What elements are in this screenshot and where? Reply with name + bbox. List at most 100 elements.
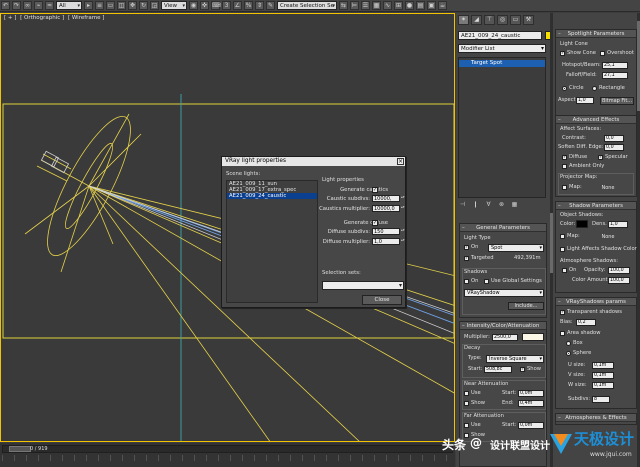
light-type-select[interactable]: Spot: [488, 244, 544, 252]
diffuse-checkbox[interactable]: ✓: [562, 155, 567, 160]
select-object-icon[interactable]: ▸: [84, 1, 93, 10]
atmospheres-effects-title[interactable]: Atmospheres & Effects: [556, 414, 636, 422]
color-amount-spinner[interactable]: 100,0: [608, 277, 630, 284]
link-icon[interactable]: ∞: [23, 1, 32, 10]
targeted-checkbox[interactable]: ✓: [464, 256, 469, 261]
u-size-spinner[interactable]: 0,1m: [592, 362, 614, 369]
viewport-view-menu[interactable]: [ Orthographic ]: [20, 15, 64, 21]
atmosphere-shadows-on-checkbox[interactable]: [562, 268, 567, 273]
caustics-multiplier-spinner[interactable]: 10000,0: [372, 205, 405, 212]
layer-manager-icon[interactable]: ☰: [361, 1, 370, 10]
modifier-list-select[interactable]: Modifier List: [458, 44, 546, 53]
diffuse-subdivs-spinner[interactable]: 150: [372, 228, 405, 235]
falloff-spinner[interactable]: 27,1: [602, 72, 628, 79]
decay-show-checkbox[interactable]: ✓: [520, 367, 525, 372]
include-button[interactable]: Include...: [508, 302, 544, 310]
show-end-result-icon[interactable]: ❙: [471, 201, 480, 209]
light-affects-shadow-color-checkbox[interactable]: [560, 247, 565, 252]
undo-icon[interactable]: ↶: [1, 1, 10, 10]
bitmap-fit-button[interactable]: Bitmap Fit...: [600, 97, 634, 105]
transparent-shadows-checkbox[interactable]: ✓: [560, 310, 565, 315]
near-start-spinner[interactable]: 0,0m: [518, 390, 544, 397]
edit-named-selection-icon[interactable]: ✎: [266, 1, 275, 10]
close-button[interactable]: Close: [362, 295, 402, 305]
aspect-spinner[interactable]: 1,0: [576, 97, 594, 104]
caustic-subdivs-spinner[interactable]: 10000,: [372, 195, 405, 202]
use-global-settings-checkbox[interactable]: [484, 279, 489, 284]
material-editor-icon[interactable]: ●: [405, 1, 414, 10]
schematic-view-icon[interactable]: ⊞: [394, 1, 403, 10]
projector-map-button[interactable]: None: [586, 184, 630, 192]
sphere-radio[interactable]: [566, 351, 571, 356]
v-size-spinner[interactable]: 0,1m: [592, 372, 614, 379]
rectangle-radio[interactable]: [592, 86, 597, 91]
dialog-title-bar[interactable]: VRay light properties ×: [222, 157, 405, 166]
scene-lights-list[interactable]: AE21_009_11_sun AE21_009_17_extra_spec A…: [226, 180, 318, 303]
bind-space-warp-icon[interactable]: ≈: [45, 1, 54, 10]
box-radio[interactable]: [566, 341, 571, 346]
object-name-field[interactable]: AE21_009_24_caustic: [458, 31, 542, 40]
select-rotate-icon[interactable]: ↻: [139, 1, 148, 10]
snaps-toggle-icon[interactable]: 3: [222, 1, 231, 10]
percent-snap-icon[interactable]: %: [244, 1, 253, 10]
shadow-type-select[interactable]: VRayShadow: [464, 289, 544, 297]
viewport-label[interactable]: [ + ] [ Orthographic ] [ Wireframe ]: [4, 15, 106, 21]
select-manipulate-icon[interactable]: ✜: [200, 1, 209, 10]
shadow-color-swatch[interactable]: [576, 220, 588, 228]
make-unique-icon[interactable]: ∀: [484, 201, 493, 209]
bias-spinner[interactable]: 0,2: [576, 319, 596, 326]
contrast-spinner[interactable]: 0,0: [604, 135, 624, 142]
selection-sets-select[interactable]: [322, 281, 404, 290]
list-item-selected[interactable]: AE21_009_24_caustic: [227, 193, 317, 199]
curve-editor-icon[interactable]: ∿: [383, 1, 392, 10]
shadow-density-spinner[interactable]: 1,0: [608, 221, 628, 228]
show-cone-checkbox[interactable]: ✓: [560, 51, 565, 56]
time-slider-knob[interactable]: [9, 446, 31, 452]
viewport-plus-menu[interactable]: [ + ]: [4, 15, 16, 21]
overshoot-checkbox[interactable]: [600, 51, 605, 56]
create-tab-icon[interactable]: ✶: [458, 15, 469, 25]
shadow-parameters-title[interactable]: Shadow Parameters: [556, 202, 636, 210]
generate-caustics-checkbox[interactable]: ✓: [372, 187, 378, 193]
reference-coordinate-select[interactable]: View: [161, 1, 187, 10]
redo-icon[interactable]: ↷: [12, 1, 21, 10]
near-use-checkbox[interactable]: [464, 391, 469, 396]
rendered-frame-icon[interactable]: ▣: [427, 1, 436, 10]
utilities-tab-icon[interactable]: ⚒: [523, 15, 534, 25]
configure-sets-icon[interactable]: ▦: [510, 201, 519, 209]
projector-map-checkbox[interactable]: [562, 185, 567, 190]
ambient-only-checkbox[interactable]: [562, 164, 567, 169]
close-icon[interactable]: ×: [397, 158, 404, 165]
spotlight-parameters-title[interactable]: Spotlight Parameters: [556, 30, 636, 38]
motion-tab-icon[interactable]: ◎: [497, 15, 508, 25]
decay-type-select[interactable]: Inverse Square: [486, 355, 544, 363]
soften-diff-edge-spinner[interactable]: 0,0: [604, 144, 624, 151]
light-color-swatch[interactable]: [522, 333, 544, 341]
opacity-spinner[interactable]: 100,0: [608, 267, 630, 274]
advanced-effects-title[interactable]: Advanced Effects: [556, 116, 636, 124]
generate-diffuse-checkbox[interactable]: ✓: [372, 220, 378, 226]
viewport-shading-menu[interactable]: [ Wireframe ]: [68, 15, 104, 21]
multiplier-spinner[interactable]: 2500,0: [492, 334, 518, 341]
graphite-ribbon-icon[interactable]: ▦: [372, 1, 381, 10]
diffuse-multiplier-spinner[interactable]: 1,0: [372, 238, 405, 245]
display-tab-icon[interactable]: ▭: [510, 15, 521, 25]
named-selection-set-select[interactable]: Create Selection Se: [277, 1, 337, 10]
pin-stack-icon[interactable]: ⊣: [458, 201, 467, 209]
time-slider[interactable]: [2, 445, 453, 453]
stack-item-target-spot[interactable]: Target Spot: [459, 60, 545, 67]
w-size-spinner[interactable]: 0,1m: [592, 382, 614, 389]
selection-filter-select[interactable]: All: [56, 1, 82, 10]
hotspot-spinner[interactable]: 25,1: [602, 62, 628, 69]
mirror-icon[interactable]: ⇆: [339, 1, 348, 10]
area-shadow-checkbox[interactable]: [560, 331, 565, 336]
shadow-map-button[interactable]: None: [586, 233, 630, 241]
rectangle-selection-icon[interactable]: ▭: [106, 1, 115, 10]
near-end-spinner[interactable]: 0,4m: [518, 400, 544, 407]
decay-start-spinner[interactable]: 508,8c: [484, 366, 512, 373]
modify-tab-icon[interactable]: ◢: [471, 15, 482, 25]
unlink-icon[interactable]: ⌁: [34, 1, 43, 10]
remove-modifier-icon[interactable]: ⊗: [497, 201, 506, 209]
align-icon[interactable]: ⊨: [350, 1, 359, 10]
light-on-checkbox[interactable]: ✓: [464, 245, 469, 250]
